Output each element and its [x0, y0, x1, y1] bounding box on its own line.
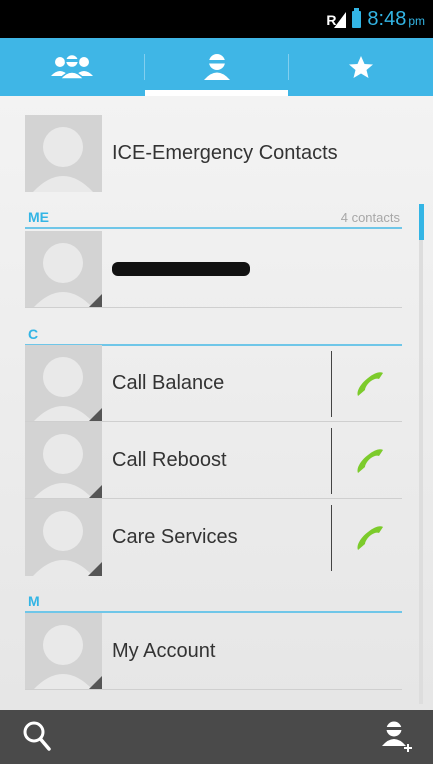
scrollbar-track[interactable] — [419, 204, 423, 704]
contact-row[interactable]: My Account — [25, 613, 402, 690]
bottom-action-bar — [0, 710, 433, 764]
default-avatar-icon — [25, 115, 102, 192]
contact-name: Care Services — [112, 526, 238, 548]
groups-icon — [50, 54, 93, 80]
contact-row[interactable]: Call Balance — [25, 345, 402, 422]
contact-name: Call Reboost — [112, 449, 227, 471]
tab-all-contacts[interactable] — [144, 38, 289, 96]
section-label: ME — [28, 209, 49, 225]
avatar — [25, 422, 102, 499]
tab-bar — [0, 38, 433, 96]
section-label: M — [28, 593, 40, 609]
add-contact-button[interactable] — [382, 720, 414, 759]
call-button[interactable] — [350, 364, 390, 404]
ice-contacts-row[interactable]: ICE-Emergency Contacts — [25, 115, 402, 192]
redacted-name — [112, 262, 250, 276]
section-label: C — [28, 326, 39, 342]
call-button[interactable] — [350, 441, 390, 481]
contact-row[interactable]: Call Reboost — [25, 422, 402, 499]
tab-favorites[interactable] — [289, 38, 433, 96]
contact-name: My Account — [112, 640, 216, 662]
contact-name: Call Balance — [112, 372, 225, 394]
avatar — [25, 115, 102, 192]
ice-label: ICE-Emergency Contacts — [112, 142, 338, 164]
section-header-c: C — [25, 322, 402, 346]
search-icon — [23, 721, 51, 751]
contact-row[interactable]: Care Services — [25, 499, 402, 576]
status-bar: R 8:48 pm — [0, 0, 433, 38]
section-header-m: M — [25, 589, 402, 613]
avatar — [25, 231, 102, 308]
avatar — [25, 499, 102, 576]
phone-icon — [357, 525, 383, 550]
add-contact-icon — [382, 721, 412, 752]
avatar — [25, 345, 102, 422]
status-time: 8:48 — [367, 7, 407, 30]
star-icon — [349, 56, 374, 78]
tab-groups[interactable] — [0, 38, 144, 96]
person-icon — [203, 54, 230, 80]
battery-icon — [352, 7, 362, 28]
status-ampm: pm — [408, 14, 425, 28]
call-button[interactable] — [350, 518, 390, 558]
contact-count: 4 contacts — [340, 210, 400, 225]
phone-icon — [357, 448, 383, 473]
signal-roaming-icon: R — [326, 10, 347, 28]
avatar — [25, 613, 102, 690]
section-header-me: ME 4 contacts — [25, 205, 402, 229]
search-button[interactable] — [22, 720, 52, 757]
scrollbar-thumb[interactable] — [419, 204, 424, 240]
phone-icon — [357, 371, 383, 396]
